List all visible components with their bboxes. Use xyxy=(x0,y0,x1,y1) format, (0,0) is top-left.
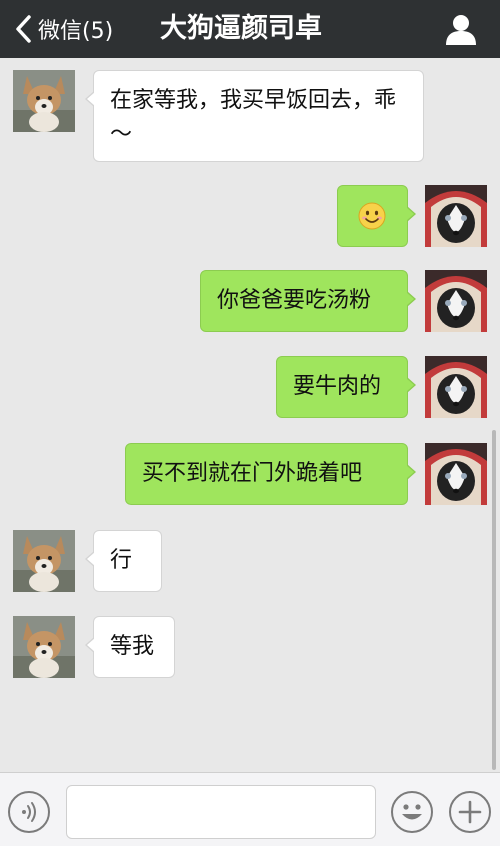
message-bubble-outgoing[interactable]: 要牛肉的 xyxy=(276,356,416,418)
person-icon xyxy=(446,15,476,45)
back-button[interactable]: 微信(5) xyxy=(14,12,113,46)
message-bubble-incoming[interactable]: 等我 xyxy=(85,616,175,678)
corgi-puppy-avatar[interactable] xyxy=(13,70,75,132)
corgi-puppy-avatar[interactable] xyxy=(13,616,75,678)
scrollbar[interactable] xyxy=(492,430,496,770)
top-bar: 微信(5) 大狗逼颜司卓 xyxy=(0,0,500,58)
message-text: 在家等我，我买早饭回去，乖～ xyxy=(110,88,397,147)
message-bubble-incoming[interactable]: 在家等我，我买早饭回去，乖～ xyxy=(85,70,424,162)
emoji-icon xyxy=(402,804,422,820)
message-text: 买不到就在门外跪着吧 xyxy=(142,461,363,486)
message-bubble-outgoing[interactable] xyxy=(337,185,416,247)
corgi-puppy-avatar[interactable] xyxy=(13,530,75,592)
husky-avatar[interactable] xyxy=(425,443,487,505)
back-label: 微信(5) xyxy=(38,19,114,44)
message-text: 行 xyxy=(110,548,133,573)
more-button[interactable] xyxy=(449,791,491,833)
input-bar xyxy=(0,772,500,846)
chat-title: 大狗逼颜司卓 xyxy=(160,13,322,44)
message-bubble-outgoing[interactable]: 你爸爸要吃汤粉 xyxy=(200,270,416,332)
husky-avatar[interactable] xyxy=(425,270,487,332)
message-text: 要牛肉的 xyxy=(293,374,382,399)
emoji-button[interactable] xyxy=(391,791,433,833)
message-text: 等我 xyxy=(110,634,155,659)
chevron-left-icon xyxy=(16,15,31,43)
voice-button[interactable] xyxy=(8,791,50,833)
husky-avatar[interactable] xyxy=(425,356,487,418)
husky-avatar[interactable] xyxy=(425,185,487,247)
plus-icon xyxy=(458,800,482,824)
message-bubble-incoming[interactable]: 行 xyxy=(85,530,162,592)
message-bubble-outgoing[interactable]: 买不到就在门外跪着吧 xyxy=(125,443,416,505)
voice-icon xyxy=(22,802,36,822)
message-input[interactable] xyxy=(66,785,376,839)
smiley-emoji-icon xyxy=(358,202,386,230)
message-text: 你爸爸要吃汤粉 xyxy=(217,288,372,313)
message-list[interactable]: 在家等我，我买早饭回去，乖～ 你爸爸要吃汤粉 要牛肉的 买不到就在门外跪着吧 行… xyxy=(0,58,500,772)
chat-info-button[interactable] xyxy=(444,12,478,46)
